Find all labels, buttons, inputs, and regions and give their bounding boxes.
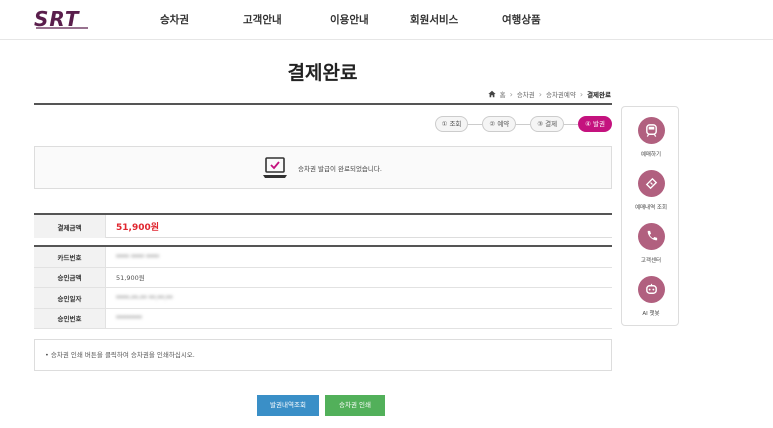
step-search: ① 조회 [434, 116, 469, 132]
card-number-value: **** **** **** [116, 252, 160, 261]
table-row: 승인일자 ****-**-** **:**:** [34, 288, 612, 309]
laptop-check-icon [263, 157, 287, 178]
print-guide-notice: • 승차권 인쇄 버튼을 클릭하여 승차권을 인쇄하십시오. [34, 339, 612, 371]
issue-history-button[interactable]: 발권내역조회 [257, 395, 319, 416]
nav-ticket[interactable]: 승차권 [160, 12, 189, 27]
nav-usage-guide[interactable]: 이용안내 [330, 12, 369, 27]
quick-reserve[interactable]: 예매하기 [622, 117, 680, 158]
table-row: 승인금액 51,900원 [34, 267, 612, 288]
quick-reservation-lookup-label: 예매내역 조회 [634, 205, 668, 211]
quick-ai-chatbot-label: AI 챗봇 [642, 311, 660, 317]
approved-amount-value: 51,900원 [116, 274, 145, 283]
step-connector [564, 123, 579, 125]
approved-amount-label: 승인금액 [34, 267, 106, 287]
breadcrumb-chevron-icon: › [509, 89, 513, 99]
quick-customer-center[interactable]: 고객센터 [622, 223, 680, 264]
breadcrumb-chevron-icon: › [579, 89, 584, 99]
approval-date-label: 승인일자 [34, 288, 106, 308]
nav-customer-guide[interactable]: 고객안내 [243, 12, 282, 27]
title-divider [34, 103, 612, 105]
step-payment: ③ 결제 [530, 116, 565, 132]
step-issue: ④ 발권 [578, 116, 612, 132]
breadcrumb-home[interactable]: 홈 [500, 89, 506, 99]
card-number-label: 카드번호 [34, 247, 106, 267]
step-reserve: ② 예약 [482, 116, 517, 132]
quick-reserve-label: 예매하기 [640, 152, 662, 158]
amount-label: 결제금액 [34, 215, 106, 238]
step-indicator: ① 조회 ② 예약 ③ 결제 ④ 발권 [434, 116, 612, 132]
home-icon [488, 90, 496, 98]
completion-message: 승차권 발급이 완료되었습니다. [298, 165, 382, 173]
step-connector [468, 123, 483, 125]
breadcrumb-ticket[interactable]: 승차권 [517, 89, 535, 99]
table-row: 카드번호 **** **** **** [34, 247, 612, 268]
phone-icon [637, 223, 665, 250]
svg-text:SRT: SRT [34, 8, 80, 30]
srt-logo[interactable]: SRT [34, 8, 92, 30]
print-ticket-button[interactable]: 승차권 인쇄 [325, 395, 385, 416]
payment-details-table: 카드번호 **** **** **** 승인금액 51,900원 승인일자 **… [34, 245, 612, 329]
ticket-icon [637, 170, 665, 197]
quick-reservation-lookup[interactable]: 예매내역 조회 [622, 170, 680, 211]
breadcrumb-reservation[interactable]: 승차권예약 [546, 89, 576, 99]
site-header: SRT 승차권 고객안내 이용안내 회원서비스 여행상품 [0, 0, 773, 40]
train-icon [637, 117, 665, 144]
quick-ai-chatbot[interactable]: AI 챗봇 [622, 276, 680, 317]
breadcrumb-current: 결제완료 [587, 91, 611, 99]
nav-travel-products[interactable]: 여행상품 [502, 12, 541, 27]
approval-date-value: ****-**-** **:**:** [116, 293, 173, 302]
payment-amount-table: 결제금액 51,900원 [34, 213, 612, 238]
page-title: 결제완료 [287, 62, 358, 84]
breadcrumb-chevron-icon: › [538, 89, 542, 99]
step-connector [516, 123, 531, 125]
table-row: 승인번호 ******** [34, 308, 612, 329]
chatbot-icon [637, 276, 665, 303]
approval-number-value: ******** [116, 314, 142, 323]
quick-menu: 예매하기 예매내역 조회 고객센터 AI 챗봇 [621, 106, 679, 326]
quick-customer-center-label: 고객센터 [640, 258, 662, 264]
amount-value: 51,900원 [116, 223, 160, 233]
completion-notice: 승차권 발급이 완료되었습니다. [34, 146, 612, 189]
nav-member-service[interactable]: 회원서비스 [410, 12, 458, 27]
breadcrumb: 홈 › 승차권 › 승차권예약 › 결제완료 [488, 89, 611, 99]
approval-number-label: 승인번호 [34, 308, 106, 328]
